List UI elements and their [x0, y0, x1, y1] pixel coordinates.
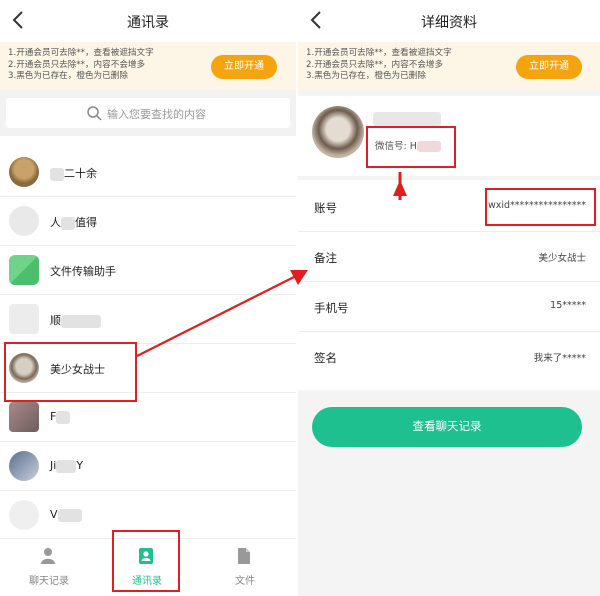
contact-name-text: 值得	[75, 216, 97, 229]
blur-mask	[57, 508, 82, 522]
contact-item[interactable]: 顺	[0, 295, 296, 344]
person-icon	[41, 548, 55, 564]
tab-chat-records[interactable]: 聊天记录	[0, 539, 98, 595]
blur-mask	[61, 314, 101, 328]
highlight-wechat-id	[366, 126, 456, 168]
search-placeholder: 输入您要查找的内容	[107, 108, 206, 121]
avatar	[9, 206, 39, 236]
contact-name: V	[50, 508, 82, 522]
contact-name: 人 值得	[50, 214, 97, 230]
row-label: 签名	[314, 351, 337, 365]
avatar	[9, 500, 39, 530]
contact-name-text: Y	[76, 459, 84, 472]
detail-row-phone: 手机号 15*****	[298, 282, 600, 332]
tab-label: 文件	[235, 576, 255, 587]
profile-avatar	[312, 106, 364, 158]
blur-mask	[56, 410, 71, 424]
row-value: 我来了*****	[533, 353, 586, 364]
open-membership-button[interactable]: 立即开通	[516, 55, 582, 79]
contact-name-text: 人	[50, 216, 61, 229]
blur-mask	[61, 216, 75, 230]
promo-text: 1.开通会员可去除**，查看被遮挡文字 2.开通会员只去除**，内容不会增多 3…	[8, 48, 154, 83]
contact-item[interactable]: 文件传输助手	[0, 246, 296, 295]
contact-name: Ji Y	[50, 459, 83, 473]
nickname-blur-mask	[373, 112, 441, 126]
blur-mask	[56, 459, 77, 473]
promo-line: 1.开通会员可去除**，查看被遮挡文字	[306, 48, 452, 58]
avatar	[9, 304, 39, 334]
search-input[interactable]: 输入您要查找的内容	[6, 98, 290, 128]
row-label: 手机号	[314, 301, 349, 315]
highlight-selected-contact	[4, 342, 137, 402]
contact-name-text: 顺	[50, 314, 61, 327]
page-title: 详细资料	[421, 15, 477, 31]
avatar	[9, 402, 39, 432]
search-bar: 输入您要查找的内容	[0, 90, 296, 136]
detail-row-signature: 签名 我来了*****	[298, 332, 600, 382]
highlight-account	[485, 188, 596, 226]
profile-detail-screen: 详细资料 1.开通会员可去除**，查看被遮挡文字 2.开通会员只去除**，内容不…	[298, 0, 600, 596]
promo-line: 2.开通会员只去除**，内容不会增多	[306, 59, 444, 70]
contact-item[interactable]: 二十余	[0, 148, 296, 197]
promo-line: 3.黑色为已存在，橙色为已删除	[8, 71, 128, 81]
contact-name: F	[50, 410, 71, 424]
row-value: 15*****	[550, 300, 586, 311]
avatar	[9, 451, 39, 481]
row-label: 账号	[314, 201, 337, 215]
contact-name: 二十余	[50, 165, 97, 181]
contact-name: 文件传输助手	[50, 265, 116, 278]
contacts-screen: 通讯录 1.开通会员可去除**，查看被遮挡文字 2.开通会员只去除**，内容不会…	[0, 0, 296, 596]
contact-item[interactable]: 人 值得	[0, 197, 296, 246]
contact-item[interactable]: Ji Y	[0, 442, 296, 491]
contact-name-text: 二十余	[64, 167, 97, 180]
search-icon	[87, 106, 102, 121]
row-label: 备注	[314, 251, 337, 265]
detail-row-remark: 备注 美少女战士	[298, 232, 600, 282]
view-chat-records-button[interactable]: 查看聊天记录	[312, 407, 582, 447]
avatar	[9, 157, 39, 187]
highlight-contacts-tab	[112, 530, 180, 592]
member-promo-banner: 1.开通会员可去除**，查看被遮挡文字 2.开通会员只去除**，内容不会增多 3…	[0, 42, 296, 90]
file-icon	[238, 548, 250, 564]
avatar	[9, 255, 39, 285]
page-title: 通讯录	[127, 15, 169, 31]
promo-line: 2.开通会员只去除**，内容不会增多	[8, 59, 146, 70]
blur-mask	[50, 167, 64, 181]
contact-name-text: V	[50, 508, 58, 521]
list-top-spacer	[0, 136, 296, 148]
promo-line: 1.开通会员可去除**，查看被遮挡文字	[8, 48, 154, 58]
right-header: 详细资料	[298, 0, 600, 42]
row-value: 美少女战士	[538, 253, 586, 264]
tab-label: 聊天记录	[29, 576, 69, 587]
tab-files[interactable]: 文件	[196, 539, 294, 595]
open-membership-button[interactable]: 立即开通	[211, 55, 277, 79]
member-promo-banner: 1.开通会员可去除**，查看被遮挡文字 2.开通会员只去除**，内容不会增多 3…	[298, 42, 600, 90]
left-header: 通讯录	[0, 0, 296, 42]
promo-line: 3.黑色为已存在，橙色为已删除	[306, 71, 426, 81]
promo-text: 1.开通会员可去除**，查看被遮挡文字 2.开通会员只去除**，内容不会增多 3…	[306, 48, 452, 83]
contact-name: 顺	[50, 312, 101, 328]
